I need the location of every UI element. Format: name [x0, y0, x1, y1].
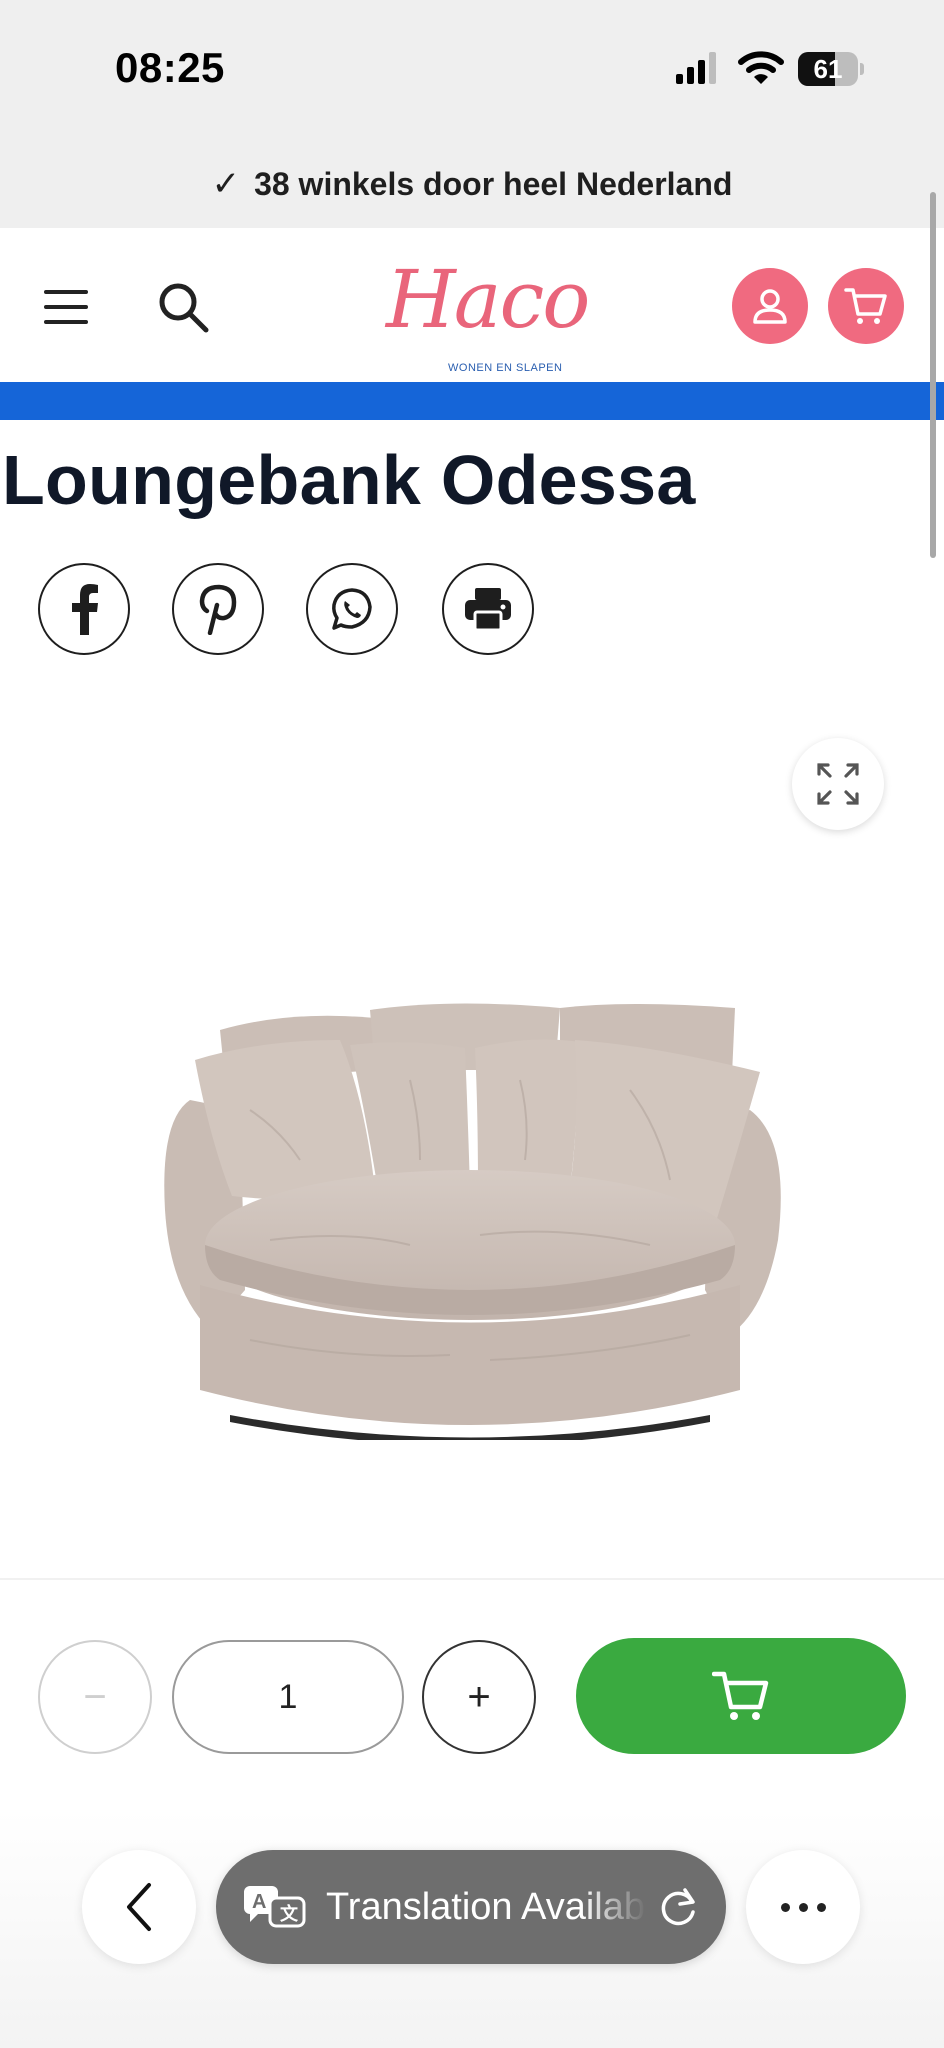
share-pinterest-button[interactable]	[172, 563, 264, 655]
svg-text:文: 文	[280, 1903, 299, 1925]
share-whatsapp-button[interactable]	[306, 563, 398, 655]
logo-tagline: WONEN EN SLAPEN	[448, 362, 563, 374]
chevron-left-icon	[127, 1883, 151, 1931]
cart-icon	[712, 1671, 769, 1720]
share-facebook-button[interactable]	[38, 563, 130, 655]
translation-text: Translation Available	[326, 1886, 646, 1928]
expand-image-button[interactable]	[792, 738, 884, 830]
logo-wordmark: Haco	[386, 253, 590, 346]
whatsapp-icon	[332, 588, 372, 630]
promo-bar: ✓ 38 winkels door heel Nederland	[0, 150, 944, 218]
print-icon	[465, 588, 511, 632]
translation-banner[interactable]: A 文 Translation Available	[216, 1850, 726, 1964]
site-header: Haco WONEN EN SLAPEN	[0, 228, 944, 382]
status-time: 08:25	[115, 44, 225, 91]
svg-text:A: A	[252, 1891, 266, 1913]
account-button[interactable]	[732, 268, 808, 344]
expand-icon	[817, 763, 859, 805]
more-icon-dot	[780, 1902, 790, 1912]
print-button[interactable]	[442, 563, 534, 655]
checkmark-icon: ✓	[211, 165, 241, 203]
scrollbar[interactable]	[930, 192, 936, 558]
more-icon-dot	[798, 1902, 808, 1912]
quantity-input[interactable]: 1	[172, 1640, 404, 1754]
section-divider	[0, 1578, 944, 1580]
product-image	[164, 1003, 781, 1440]
translate-icon: A 文	[244, 1886, 306, 1928]
add-to-cart-button[interactable]	[576, 1638, 906, 1754]
more-options-button[interactable]	[746, 1850, 860, 1964]
navigation-bar	[0, 382, 944, 420]
battery-indicator: 61	[798, 52, 864, 86]
user-icon	[753, 289, 787, 324]
back-button[interactable]	[82, 1850, 196, 1964]
quantity-decrease-button[interactable]: −	[38, 1640, 152, 1754]
quantity-increase-button[interactable]: +	[422, 1640, 536, 1754]
facebook-icon	[72, 584, 98, 635]
search-icon[interactable]	[156, 280, 210, 334]
battery-level: 61	[813, 54, 843, 84]
promo-text: 38 winkels door heel Nederland	[254, 165, 733, 202]
logo[interactable]: Haco WONEN EN SLAPEN	[386, 250, 590, 374]
pinterest-icon	[199, 584, 237, 635]
reload-icon[interactable]	[658, 1886, 700, 1928]
cart-button[interactable]	[828, 268, 904, 344]
cart-icon	[844, 288, 887, 324]
product-title: Loungebank Odessa	[2, 441, 696, 519]
hamburger-icon[interactable]	[44, 290, 88, 326]
cellular-signal-icon	[676, 52, 716, 84]
wifi-icon	[738, 51, 784, 84]
more-icon-dot	[816, 1902, 826, 1912]
